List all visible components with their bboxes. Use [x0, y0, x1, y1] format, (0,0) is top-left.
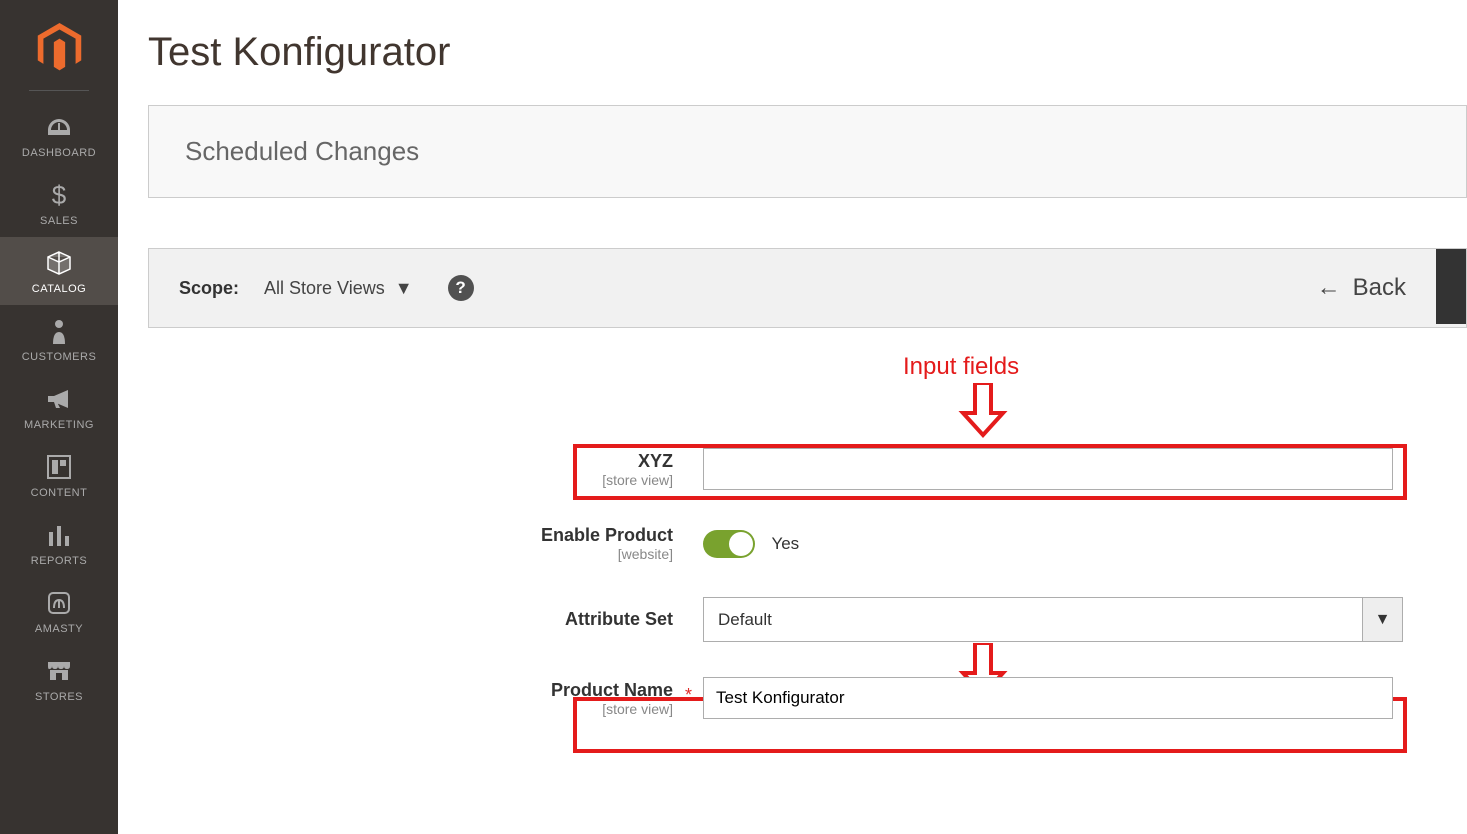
nav-label: DASHBOARD — [0, 147, 118, 159]
layout-icon — [0, 453, 118, 481]
form: XYZ [store view] Enable Product [website… — [148, 368, 1467, 719]
back-button[interactable]: ← Back — [1317, 274, 1406, 302]
action-button[interactable] — [1436, 249, 1466, 324]
box-icon — [0, 249, 118, 277]
attribute-set-label: Attribute Set — [565, 609, 673, 629]
back-label: Back — [1353, 274, 1406, 302]
sidebar-divider — [29, 90, 89, 91]
annotation-label: Input fields — [903, 353, 1019, 381]
nav-amasty[interactable]: AMASTY — [0, 577, 118, 645]
magento-logo[interactable] — [34, 20, 84, 75]
scheduled-changes-panel: Scheduled Changes — [148, 105, 1467, 198]
nav-content[interactable]: CONTENT — [0, 441, 118, 509]
chevron-down-icon: ▼ — [1362, 598, 1402, 641]
nav-label: AMASTY — [0, 623, 118, 635]
help-icon[interactable]: ? — [448, 275, 474, 301]
svg-text:$: $ — [52, 182, 67, 208]
nav-stores[interactable]: STORES — [0, 645, 118, 713]
enable-product-value: Yes — [771, 534, 799, 553]
dashboard-icon — [0, 113, 118, 141]
product-name-scope: [store view] — [148, 701, 673, 717]
nav-label: CONTENT — [0, 487, 118, 499]
nav-label: SALES — [0, 215, 118, 227]
sidebar: DASHBOARD $ SALES CATALOG CUSTOMERS MARK… — [0, 0, 118, 834]
store-icon — [0, 657, 118, 685]
arrow-left-icon: ← — [1317, 274, 1341, 302]
annotation-arrow-icon — [958, 383, 1008, 438]
enable-product-label: Enable Product — [541, 525, 673, 545]
toolbar: Scope: All Store Views ▼ ? ← Back — [148, 248, 1467, 328]
nav-label: CATALOG — [0, 283, 118, 295]
xyz-label: XYZ — [638, 451, 673, 471]
dollar-icon: $ — [0, 181, 118, 209]
amasty-icon — [0, 589, 118, 617]
nav-dashboard[interactable]: DASHBOARD — [0, 101, 118, 169]
bars-icon — [0, 521, 118, 549]
person-icon — [0, 317, 118, 345]
attribute-set-value: Default — [704, 610, 1362, 630]
nav-label: MARKETING — [0, 419, 118, 431]
nav-label: CUSTOMERS — [0, 351, 118, 363]
scope-label: Scope: — [179, 278, 239, 299]
product-name-input[interactable] — [703, 677, 1393, 719]
caret-down-icon: ▼ — [395, 278, 413, 299]
nav-label: REPORTS — [0, 555, 118, 567]
nav-catalog[interactable]: CATALOG — [0, 237, 118, 305]
attribute-set-select[interactable]: Default ▼ — [703, 597, 1403, 642]
nav-customers[interactable]: CUSTOMERS — [0, 305, 118, 373]
megaphone-icon — [0, 385, 118, 413]
required-indicator: * — [685, 685, 692, 706]
scheduled-changes-title: Scheduled Changes — [185, 136, 1430, 167]
enable-product-scope: [website] — [148, 546, 673, 562]
nav-marketing[interactable]: MARKETING — [0, 373, 118, 441]
xyz-scope: [store view] — [148, 472, 673, 488]
product-name-label: Product Name — [551, 680, 673, 700]
scope-value-text: All Store Views — [264, 278, 385, 299]
nav-sales[interactable]: $ SALES — [0, 169, 118, 237]
nav-label: STORES — [0, 691, 118, 703]
xyz-input[interactable] — [703, 448, 1393, 490]
enable-product-toggle[interactable] — [703, 530, 755, 558]
main-content: Test Konfigurator Scheduled Changes Scop… — [118, 0, 1467, 834]
scope-selector[interactable]: All Store Views ▼ — [264, 278, 413, 299]
page-title: Test Konfigurator — [148, 30, 1467, 75]
nav-reports[interactable]: REPORTS — [0, 509, 118, 577]
